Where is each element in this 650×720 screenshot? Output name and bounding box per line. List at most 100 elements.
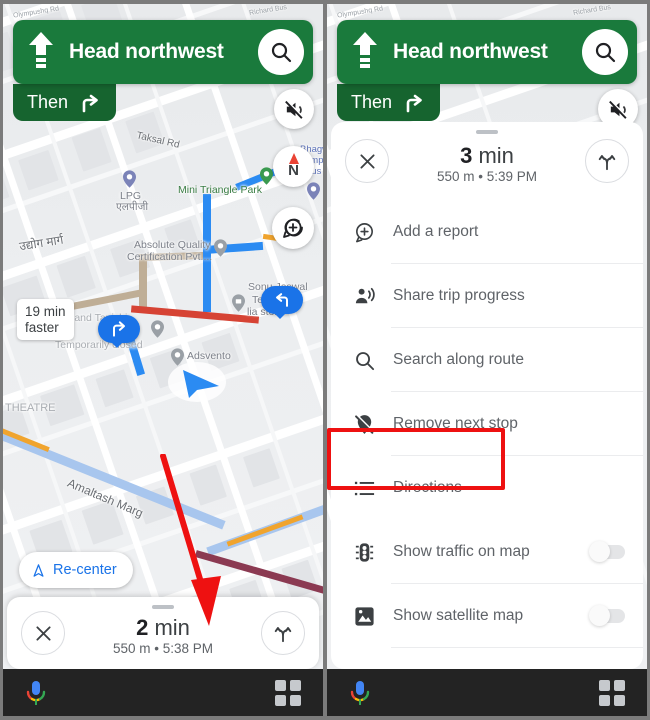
volume-muted-icon: [283, 98, 306, 121]
map-pin-icon[interactable]: [307, 182, 320, 200]
compass-needle-icon: [288, 153, 299, 164]
navigation-instruction-card[interactable]: Head northwest: [337, 20, 637, 84]
map-label-theatre: THEATRE: [5, 402, 56, 414]
system-navigation-bar-right: [327, 669, 647, 716]
then-label: Then: [351, 92, 393, 112]
map-label-adsvento: Adsvento: [187, 350, 231, 362]
remove-stop-icon: [353, 413, 393, 436]
maneuver-bubble-turn-right[interactable]: [98, 315, 140, 348]
faster-route-chip[interactable]: 19 min faster: [17, 299, 74, 341]
add-report-bubble-icon: [353, 221, 393, 244]
search-button[interactable]: [258, 29, 304, 75]
option-label: Show traffic on map: [393, 543, 530, 560]
add-report-bubble-icon: [281, 216, 305, 240]
eta-minutes: 3: [460, 142, 473, 168]
volume-muted-icon: [607, 98, 630, 121]
end-navigation-button[interactable]: [345, 139, 389, 183]
eta-unit: min: [478, 142, 514, 168]
route-alt-tan-2: [139, 257, 147, 309]
traffic-light-icon: [353, 541, 393, 564]
right-phone-panel: Olympushq Rd Richard Bus Head northwest …: [327, 4, 647, 716]
map-label-certification: Certification Pvt....: [127, 251, 213, 263]
app-grid-icon[interactable]: [275, 679, 301, 706]
user-location-arrow-icon: [181, 366, 221, 405]
straight-arrow-icon: [13, 32, 69, 72]
then-instruction-card[interactable]: Then: [337, 84, 441, 121]
app-grid-icon[interactable]: [599, 679, 625, 706]
eta-block: 3 min 550 m • 5:39 PM: [389, 138, 585, 184]
option-label: Remove next stop: [393, 415, 518, 432]
compass-button[interactable]: N: [273, 146, 314, 187]
satellite-image-icon: [353, 605, 393, 628]
mute-voice-button[interactable]: [274, 89, 314, 129]
end-navigation-button[interactable]: [21, 611, 65, 655]
option-search-along-route[interactable]: Search along route: [331, 328, 643, 392]
alternate-routes-icon: [272, 622, 294, 644]
map-label-mini-triangle-park: Mini Triangle Park: [178, 184, 263, 196]
map-pin-icon[interactable]: [123, 170, 136, 188]
eta-distance-arrival: 550 m • 5:39 PM: [436, 169, 538, 185]
option-remove-next-stop[interactable]: Remove next stop: [331, 392, 643, 456]
map-pin-icon[interactable]: [171, 348, 184, 366]
add-report-button[interactable]: [272, 207, 314, 249]
option-directions[interactable]: Directions: [331, 456, 643, 520]
navigation-instruction-text: Head northwest: [393, 40, 548, 63]
search-icon: [353, 349, 393, 372]
eta-distance-arrival: 550 m • 5:38 PM: [112, 641, 214, 657]
option-show-traffic-on-map[interactable]: Show traffic on map: [331, 520, 643, 584]
share-trip-icon: [353, 285, 393, 308]
maneuver-bubble-turn-left[interactable]: [261, 286, 303, 319]
option-show-satellite-map[interactable]: Show satellite map: [331, 584, 643, 648]
eta-block: 2 min 550 m • 5:38 PM: [65, 610, 261, 656]
trip-eta-sheet-left[interactable]: 2 min 550 m • 5:38 PM: [7, 597, 319, 669]
turn-right-icon: [402, 91, 426, 115]
search-button[interactable]: [582, 29, 628, 75]
option-label: Share trip progress: [393, 287, 525, 304]
navigation-instruction-card[interactable]: Head northwest: [13, 20, 313, 84]
screenshot-root: Olympushq Rd Richard Bus Taksal Rd LPG ए…: [0, 0, 650, 720]
close-x-icon: [357, 151, 378, 172]
navigation-instruction-text: Head northwest: [69, 40, 224, 63]
map-label-absolute-quality: Absolute Quality: [134, 239, 211, 251]
map-pin-icon[interactable]: [151, 320, 164, 338]
option-add-a-report[interactable]: Add a report: [331, 200, 643, 264]
eta-minutes: 2: [136, 614, 149, 640]
map-pin-shop-icon[interactable]: [232, 294, 245, 312]
map-pin-park-icon[interactable]: [260, 167, 273, 185]
system-navigation-bar-left: [3, 669, 323, 716]
option-label: Add a report: [393, 223, 479, 240]
eta-unit: min: [154, 614, 190, 640]
toggle-show-satellite[interactable]: [589, 605, 625, 626]
recenter-button[interactable]: Re-center: [19, 552, 133, 588]
option-label: Search along route: [393, 351, 524, 368]
close-x-icon: [33, 623, 54, 644]
alternate-routes-button[interactable]: [585, 139, 629, 183]
map-label-lpg-hi: एलपीजी: [116, 201, 149, 213]
navigation-arrow-icon: [31, 563, 46, 578]
map-pin-icon[interactable]: [214, 239, 227, 257]
option-label: Show satellite map: [393, 607, 524, 624]
option-share-trip-progress[interactable]: Share trip progress: [331, 264, 643, 328]
google-assistant-mic-icon[interactable]: [25, 679, 47, 707]
compass-north-label: N: [288, 161, 299, 179]
alternate-routes-button[interactable]: [261, 611, 305, 655]
option-label: Directions: [393, 479, 462, 496]
search-icon: [269, 40, 293, 64]
left-phone-panel: Olympushq Rd Richard Bus Taksal Rd LPG ए…: [3, 4, 323, 716]
options-list: Add a report Share trip progress Search …: [331, 200, 643, 669]
trip-eta-sheet-right: 3 min 550 m • 5:39 PM: [331, 122, 643, 200]
alternate-routes-icon: [596, 150, 618, 172]
navigation-options-sheet: 3 min 550 m • 5:39 PM Add a report Share…: [331, 122, 643, 669]
list-directions-icon: [353, 477, 393, 500]
option-settings[interactable]: Settings: [331, 648, 643, 669]
search-icon: [593, 40, 617, 64]
toggle-show-traffic[interactable]: [589, 541, 625, 562]
turn-right-icon: [78, 91, 102, 115]
faster-chip-time: 19 min: [25, 304, 66, 319]
straight-arrow-icon: [337, 32, 393, 72]
recenter-label: Re-center: [53, 562, 117, 578]
faster-chip-label: faster: [25, 319, 59, 335]
then-label: Then: [27, 92, 69, 112]
then-instruction-card[interactable]: Then: [13, 84, 117, 121]
google-assistant-mic-icon[interactable]: [349, 679, 371, 707]
